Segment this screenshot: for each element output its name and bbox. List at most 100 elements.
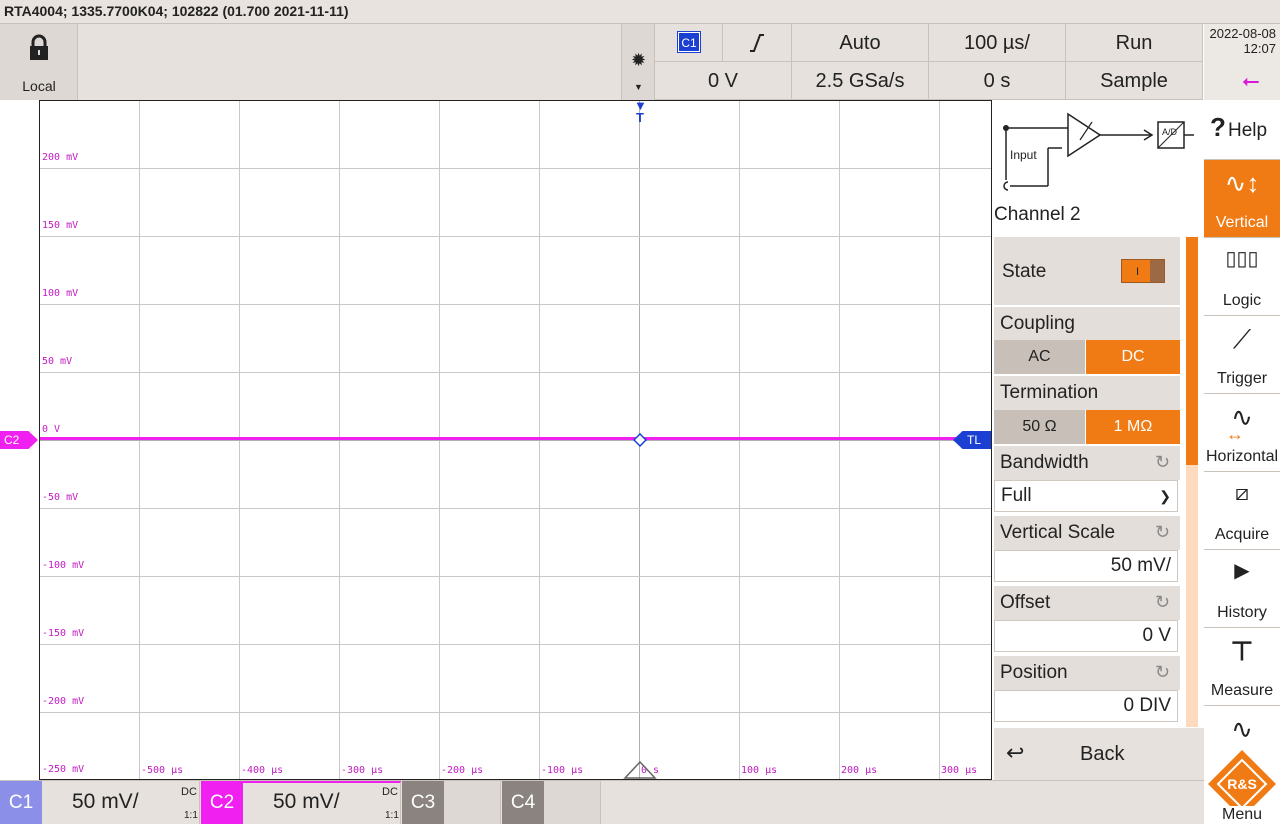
menu-label: Menu bbox=[1204, 806, 1280, 824]
trigger-label: Trigger bbox=[1216, 370, 1268, 387]
horizontal-label: Horizontal bbox=[1205, 448, 1279, 465]
settings-button[interactable]: ✹ ▼ bbox=[621, 24, 655, 100]
usb-status[interactable]: ⭠ bbox=[1204, 62, 1280, 100]
termination-1mohm-button[interactable]: 1 MΩ bbox=[1086, 410, 1180, 444]
y-axis-label: -100 mV bbox=[42, 560, 85, 571]
time-scale-button[interactable]: 100 µs/ bbox=[929, 24, 1066, 62]
sine-icon: ∿ bbox=[1231, 714, 1253, 744]
horizontal-menu-button[interactable]: ∿ ↔ Horizontal bbox=[1204, 394, 1280, 472]
play-icon: ▶ bbox=[1234, 560, 1250, 582]
channel-3-label[interactable]: C3 bbox=[402, 781, 444, 824]
x-axis-label: -200 µs bbox=[441, 765, 484, 776]
channel-4-box[interactable] bbox=[544, 781, 601, 824]
measure-label: Measure bbox=[1210, 682, 1274, 699]
chevron-down-icon: ▼ bbox=[634, 82, 643, 92]
help-button[interactable]: ? Help bbox=[1204, 100, 1280, 160]
acquire-label: Acquire bbox=[1214, 526, 1270, 543]
x-axis-label: -100 µs bbox=[541, 765, 584, 776]
coupling-ac-button[interactable]: AC bbox=[994, 340, 1085, 374]
scrollbar-thumb[interactable] bbox=[1186, 465, 1198, 727]
bandwidth-select[interactable]: Full ❯ bbox=[994, 480, 1178, 512]
position-field[interactable]: 0 DIV bbox=[994, 690, 1178, 722]
menu-button[interactable]: R&S Menu bbox=[1204, 748, 1280, 824]
logic-menu-button[interactable]: ▯▯▯ Logic bbox=[1204, 238, 1280, 316]
coupling-label: Coupling bbox=[994, 307, 1180, 340]
state-toggle[interactable]: I bbox=[1121, 259, 1165, 283]
trigger-mode-button[interactable]: Auto bbox=[792, 24, 929, 62]
panel-scrollbar[interactable] bbox=[1186, 237, 1198, 727]
date-text: 2022-08-08 bbox=[1209, 26, 1277, 41]
channel-2-marker[interactable]: C2 bbox=[0, 431, 38, 449]
state-label: State bbox=[1002, 261, 1047, 282]
diagram-input-label: Input bbox=[1010, 148, 1037, 162]
offset-field[interactable]: 0 V bbox=[994, 620, 1178, 652]
x-axis-label: 100 µs bbox=[741, 765, 778, 776]
trigger-source-badge: C1 bbox=[677, 31, 701, 53]
lock-label: Local bbox=[22, 78, 56, 94]
termination-label: Termination bbox=[994, 376, 1180, 410]
waveform-shortcut[interactable]: ∿ bbox=[1204, 706, 1280, 748]
gear-icon: ✹ bbox=[631, 50, 647, 70]
acquisition-mode-button[interactable]: Sample bbox=[1066, 62, 1203, 100]
channel-1-label[interactable]: C1 bbox=[0, 781, 42, 824]
back-arrow-icon: ↩ bbox=[1006, 740, 1025, 765]
coupling-dc-button[interactable]: DC bbox=[1086, 340, 1180, 374]
reset-icon[interactable]: ↻ bbox=[1155, 452, 1170, 473]
channel-2-scale: 50 mV/ bbox=[273, 790, 340, 813]
chevron-down-icon: ❯ bbox=[1159, 488, 1171, 504]
reset-icon[interactable]: ↻ bbox=[1155, 522, 1170, 543]
vertical-scale-label: Vertical Scale bbox=[994, 516, 1180, 550]
time-offset-button[interactable]: 0 s bbox=[929, 62, 1066, 100]
y-axis-label: -150 mV bbox=[42, 628, 85, 639]
run-stop-button[interactable]: Run bbox=[1066, 24, 1203, 62]
horizontal-position-icon bbox=[623, 761, 657, 779]
caliper-icon: ⊤ bbox=[1230, 636, 1254, 666]
svg-text:R&S: R&S bbox=[1227, 776, 1257, 792]
y-axis-label: 0 V bbox=[42, 424, 61, 435]
y-axis-label: 50 mV bbox=[42, 356, 73, 367]
y-axis-label: -250 mV bbox=[42, 764, 85, 775]
channel-2-trace bbox=[40, 437, 991, 440]
trigger-position-label: T bbox=[636, 110, 644, 125]
usb-icon: ⭠ bbox=[1242, 68, 1260, 93]
channel-4-label[interactable]: C4 bbox=[502, 781, 544, 824]
y-axis-label: 100 mV bbox=[42, 288, 79, 299]
adc-icon: ⧄ bbox=[1235, 480, 1249, 505]
bandwidth-label: Bandwidth bbox=[994, 446, 1180, 480]
x-axis-label: 200 µs bbox=[841, 765, 878, 776]
acquire-menu-button[interactable]: ⧄ Acquire bbox=[1204, 472, 1280, 550]
reset-icon[interactable]: ↻ bbox=[1155, 592, 1170, 613]
trigger-slope-button[interactable] bbox=[723, 24, 792, 62]
sine-vertical-icon: ∿↕ bbox=[1224, 168, 1260, 198]
y-axis-label: 150 mV bbox=[42, 220, 79, 231]
back-label: Back bbox=[1080, 743, 1125, 765]
x-axis-label: 300 µs bbox=[941, 765, 978, 776]
trigger-position-marker[interactable]: ▼ T bbox=[634, 99, 647, 128]
measure-menu-button[interactable]: ⊤ Measure bbox=[1204, 628, 1280, 706]
vertical-scale-field[interactable]: 50 mV/ bbox=[994, 550, 1178, 582]
date-time: 2022-08-08 12:07 bbox=[1204, 24, 1280, 62]
reset-icon[interactable]: ↻ bbox=[1155, 662, 1170, 683]
channel-3-box[interactable] bbox=[444, 781, 501, 824]
channel-2-probe: 1:1 bbox=[385, 810, 399, 821]
lock-button[interactable]: Local bbox=[0, 24, 78, 100]
horizontal-arrows-icon: ↔ bbox=[1226, 424, 1244, 444]
history-menu-button[interactable]: ▶ History bbox=[1204, 550, 1280, 628]
question-icon: ? bbox=[1210, 112, 1226, 142]
rising-edge-icon bbox=[750, 34, 764, 52]
trigger-menu-button[interactable]: ⟋ Trigger bbox=[1204, 316, 1280, 394]
vertical-label: Vertical bbox=[1215, 214, 1269, 231]
x-axis-label: -500 µs bbox=[141, 765, 184, 776]
sample-rate-display[interactable]: 2.5 GSa/s bbox=[792, 62, 929, 100]
offset-label: Offset bbox=[994, 586, 1180, 620]
waveform-display[interactable]: 200 mV 150 mV 100 mV 50 mV 0 V -50 mV -1… bbox=[39, 100, 992, 780]
bandwidth-value: Full bbox=[1001, 485, 1032, 506]
x-axis-label: -300 µs bbox=[341, 765, 384, 776]
lock-icon bbox=[30, 34, 48, 60]
trigger-level-button[interactable]: 0 V bbox=[655, 62, 792, 100]
termination-50ohm-button[interactable]: 50 Ω bbox=[994, 410, 1085, 444]
vertical-menu-button[interactable]: ∿↕ Vertical bbox=[1204, 160, 1280, 238]
channel-2-label[interactable]: C2 bbox=[201, 781, 243, 824]
history-label: History bbox=[1217, 604, 1267, 621]
back-button[interactable]: ↩ Back bbox=[994, 728, 1204, 780]
